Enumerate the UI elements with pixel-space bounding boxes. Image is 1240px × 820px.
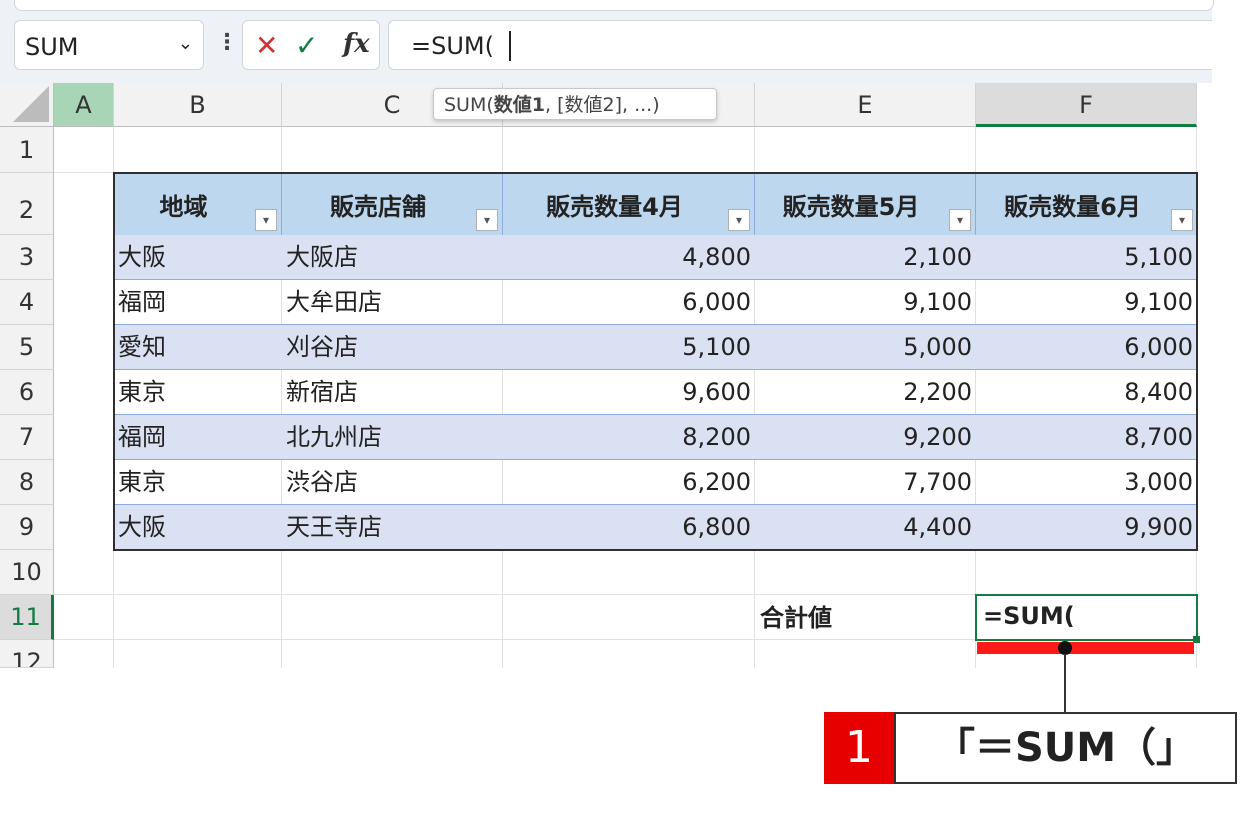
filter-dropdown-icon[interactable]: ▾ (1171, 209, 1193, 231)
name-box-value: SUM (25, 33, 79, 61)
filter-dropdown-icon[interactable]: ▾ (949, 209, 971, 231)
row-header-12[interactable]: 12 (0, 640, 54, 668)
row-header-8[interactable]: 8 (0, 460, 54, 505)
table-cell[interactable]: 天王寺店 (282, 505, 503, 550)
table-cell[interactable]: 5,100 (503, 325, 755, 370)
table-header-region[interactable]: 地域 ▾ (114, 173, 282, 235)
callout-step-number: 1 (824, 712, 894, 784)
table-cell[interactable]: 渋谷店 (282, 460, 503, 505)
table-cell[interactable]: 6,800 (503, 505, 755, 550)
filter-dropdown-icon[interactable]: ▾ (476, 209, 498, 231)
table-cell[interactable]: 9,900 (976, 505, 1197, 550)
header-label: 販売数量5月 (782, 193, 920, 221)
row-header-4[interactable]: 4 (0, 280, 54, 325)
text-caret (509, 31, 511, 61)
table-header-june[interactable]: 販売数量6月 ▾ (976, 173, 1197, 235)
table-row-divider (114, 504, 1197, 505)
row-header-3[interactable]: 3 (0, 235, 54, 280)
table-cell[interactable]: 東京 (114, 460, 282, 505)
row-header-10[interactable]: 10 (0, 550, 54, 595)
table-cell[interactable]: 大阪 (114, 235, 282, 280)
table-cell[interactable]: 9,200 (755, 415, 976, 460)
col-header-e[interactable]: E (755, 83, 976, 127)
table-cell[interactable]: 3,000 (976, 460, 1197, 505)
table-header-store[interactable]: 販売店舗 ▾ (282, 173, 503, 235)
table-cell[interactable]: 新宿店 (282, 370, 503, 415)
tooltip-suffix: , [数値2], ...) (545, 94, 660, 116)
table-cell[interactable]: 9,100 (976, 280, 1197, 325)
fill-handle[interactable] (1193, 636, 1200, 643)
table-cell[interactable]: 5,100 (976, 235, 1197, 280)
active-cell-text: =SUM( (983, 602, 1075, 630)
insert-function-icon[interactable]: fx (343, 29, 370, 59)
table-cell[interactable]: 福岡 (114, 280, 282, 325)
header-label: 地域 (159, 193, 208, 221)
formula-bar-input[interactable]: =SUM( (388, 20, 1212, 70)
callout-connector (1064, 654, 1066, 712)
table-cell[interactable]: 9,600 (503, 370, 755, 415)
col-header-f[interactable]: F (976, 83, 1197, 127)
table-cell[interactable]: 6,200 (503, 460, 755, 505)
table-row-divider (114, 369, 1197, 370)
cancel-icon[interactable]: ✕ (255, 29, 278, 62)
row-header-11[interactable]: 11 (0, 595, 54, 640)
ribbon-edge (14, 0, 1214, 11)
table-cell[interactable]: 9,100 (755, 280, 976, 325)
callout-anchor-dot (1058, 641, 1072, 655)
table-cell[interactable]: 2,200 (755, 370, 976, 415)
table-header-may[interactable]: 販売数量5月 ▾ (755, 173, 976, 235)
name-box[interactable]: SUM ⌄ (14, 20, 204, 70)
enter-icon[interactable]: ✓ (295, 29, 318, 62)
row-header-7[interactable]: 7 (0, 415, 54, 460)
row-header-1[interactable]: 1 (0, 127, 54, 173)
table-cell[interactable]: 大牟田店 (282, 280, 503, 325)
col-header-a[interactable]: A (54, 83, 114, 127)
table-cell[interactable]: 4,800 (503, 235, 755, 280)
tooltip-prefix: SUM( (444, 94, 494, 116)
table-cell[interactable]: 愛知 (114, 325, 282, 370)
table-row-divider (114, 279, 1197, 280)
highlight-underline (977, 642, 1194, 654)
header-label: 販売店舗 (330, 193, 426, 221)
col-header-b[interactable]: B (114, 83, 282, 127)
row-header-2[interactable]: 2 (0, 173, 54, 235)
table-cell[interactable]: 7,700 (755, 460, 976, 505)
table-row-divider (114, 459, 1197, 460)
callout-label: 「＝SUM（」 (894, 712, 1237, 784)
table-cell[interactable]: 8,700 (976, 415, 1197, 460)
row-header-6[interactable]: 6 (0, 370, 54, 415)
row-header-9[interactable]: 9 (0, 505, 54, 550)
chevron-down-icon[interactable]: ⌄ (178, 33, 193, 54)
table-cell[interactable]: 4,400 (755, 505, 976, 550)
table-cell[interactable]: 8,200 (503, 415, 755, 460)
function-tooltip[interactable]: SUM(数値1, [数値2], ...) (433, 88, 717, 120)
table-cell[interactable]: 5,000 (755, 325, 976, 370)
row-header-5[interactable]: 5 (0, 325, 54, 370)
table-cell[interactable]: 大阪 (114, 505, 282, 550)
table-row-divider (114, 324, 1197, 325)
filter-dropdown-icon[interactable]: ▾ (728, 209, 750, 231)
tooltip-active-arg: 数値1 (493, 94, 546, 116)
table-cell[interactable]: 北九州店 (282, 415, 503, 460)
table-cell[interactable]: 2,100 (755, 235, 976, 280)
table-header-april[interactable]: 販売数量4月 ▾ (503, 173, 755, 235)
table-cell[interactable]: 刈谷店 (282, 325, 503, 370)
table-cell[interactable]: 大阪店 (282, 235, 503, 280)
formula-buttons: ✕ ✓ fx (242, 20, 380, 70)
select-all-corner[interactable] (0, 83, 54, 127)
more-options-icon[interactable]: ⋮ (216, 30, 238, 55)
table-cell[interactable]: 6,000 (976, 325, 1197, 370)
header-label: 販売数量4月 (546, 193, 683, 221)
filter-dropdown-icon[interactable]: ▾ (255, 209, 277, 231)
header-label: 販売数量6月 (1004, 193, 1141, 221)
active-cell-f11[interactable]: =SUM( (975, 594, 1198, 641)
table-cell[interactable]: 東京 (114, 370, 282, 415)
table-row-divider (114, 414, 1197, 415)
total-label[interactable]: 合計値 (760, 598, 832, 633)
table-cell[interactable]: 8,400 (976, 370, 1197, 415)
formula-bar-text: =SUM( (411, 32, 494, 60)
table-cell[interactable]: 福岡 (114, 415, 282, 460)
table-cell[interactable]: 6,000 (503, 280, 755, 325)
